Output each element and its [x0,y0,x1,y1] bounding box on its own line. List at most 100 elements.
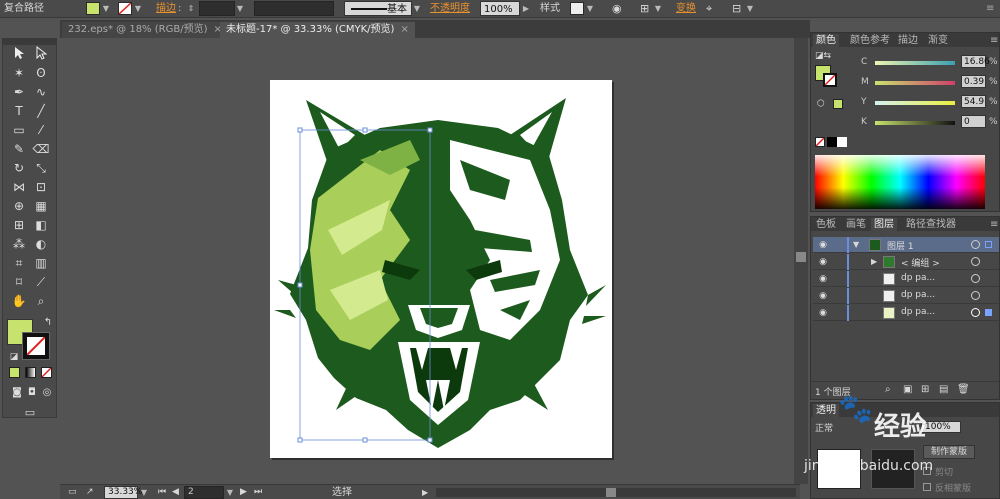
opacity-field[interactable]: 100% [480,1,520,16]
gamut-color-swatch[interactable] [833,99,843,109]
arrange-icon[interactable]: ⊟ [732,1,741,16]
layer-row[interactable]: ◉ ▶ < 编组 > [813,254,999,270]
collapse-triangle-icon[interactable]: ▼ [853,240,859,249]
opacity-dropdown-icon[interactable]: ▶ [522,1,530,16]
black-color-swatch[interactable] [827,137,837,147]
perspective-grid-tool-icon[interactable]: ▦ [32,198,50,214]
layer-row[interactable]: ◉ dp pa... [813,271,999,287]
align-icon[interactable]: ⊞ [640,1,649,16]
clip-checkbox[interactable] [923,467,931,475]
new-layer-icon[interactable]: ▤ [939,384,948,395]
tab-color-guide[interactable]: 颜色参考 [847,34,893,47]
visibility-eye-icon[interactable]: ◉ [817,257,829,267]
free-transform-tool-icon[interactable]: ⊡ [32,179,50,195]
style-dropdown-icon[interactable]: ▼ [586,1,594,16]
visibility-eye-icon[interactable]: ◉ [817,308,829,318]
target-circle-icon[interactable] [971,274,980,283]
stroke-style-dropdown-icon[interactable]: ▼ [413,1,421,16]
expand-triangle-icon[interactable]: ▶ [871,257,877,266]
path-name[interactable]: dp pa... [901,273,935,283]
layer-row[interactable]: ◉ dp pa... [813,305,999,321]
transform-link[interactable]: 变换 [676,1,696,16]
vertical-scrollbar[interactable] [794,38,808,484]
black-value[interactable]: 0 [961,115,986,128]
close-icon[interactable]: × [400,24,408,35]
tab-pathfinder[interactable]: 路径查找器 [903,218,959,231]
tab-stroke[interactable]: 描边 [895,34,921,47]
blend-mode-label[interactable]: 正常 [815,421,833,434]
mesh-tool-icon[interactable]: ⊞ [10,217,28,233]
layer-row[interactable]: ◉ ▼ 图层 1 [813,237,999,253]
type-tool-icon[interactable]: T [10,103,28,119]
tab-gradient[interactable]: 渐变 [925,34,951,47]
column-graph-tool-icon[interactable]: ▥ [32,255,50,271]
zoom-tool-icon[interactable]: ⌕ [32,293,50,309]
artboard[interactable] [270,80,612,458]
paintbrush-tool-icon[interactable]: ⁄ [32,122,50,138]
make-mask-button[interactable]: 制作蒙版 [923,445,975,459]
tab-brushes[interactable]: 画笔 [843,218,869,231]
scrollbar-thumb[interactable] [796,252,806,262]
cyan-value[interactable]: 16.86 [961,55,990,68]
tab-swatches[interactable]: 色板 [813,218,839,231]
page-field[interactable]: 2 [184,486,224,499]
curvature-tool-icon[interactable]: ∿ [32,84,50,100]
tab-untitled-17[interactable]: 未标题-17* @ 33.33% (CMYK/预览) × [220,22,415,38]
hand-tool-icon[interactable]: ✋ [10,293,28,309]
object-thumbnail[interactable] [817,449,861,489]
invert-mask-checkbox[interactable] [923,483,931,491]
none-color-swatch[interactable] [815,137,825,147]
visibility-eye-icon[interactable]: ◉ [817,274,829,284]
locate-object-icon[interactable]: ⌕ [885,384,891,395]
stroke-swatch[interactable] [118,2,132,15]
stroke-color-box[interactable] [22,332,50,360]
lasso-tool-icon[interactable]: ʘ [32,65,50,81]
panel-menu-icon[interactable]: ≡ [986,1,994,16]
arrange-dropdown-icon[interactable]: ▼ [746,1,754,16]
shape-builder-tool-icon[interactable]: ⊕ [10,198,28,214]
rotate-tool-icon[interactable]: ↻ [10,160,28,176]
selection-tool-icon[interactable] [10,46,28,62]
horizontal-scrollbar-thumb[interactable] [606,488,616,497]
variable-width-field[interactable] [254,1,334,16]
white-color-swatch[interactable] [837,137,847,147]
symbol-sprayer-tool-icon[interactable]: ⌗ [10,255,28,271]
rectangle-tool-icon[interactable]: ▭ [10,122,28,138]
pen-tool-icon[interactable]: ✒ [10,84,28,100]
color-spectrum[interactable] [815,155,985,209]
toolbar-grip[interactable] [3,39,56,45]
isolate-icon[interactable]: ⌖ [706,1,712,16]
slice-tool-icon[interactable]: ⟋ [32,274,50,290]
eraser-tool-icon[interactable]: ⌫ [32,141,50,157]
target-circle-icon[interactable] [971,308,980,317]
tab-232-eps[interactable]: 232.eps* @ 18% (RGB/预览) × [62,22,228,38]
panel-menu-icon[interactable]: ≡ [987,218,1000,231]
recolor-icon[interactable]: ◉ [612,1,622,16]
style-swatch[interactable] [570,2,584,15]
fill-swatch[interactable] [86,2,100,15]
pencil-tool-icon[interactable]: ✎ [10,141,28,157]
first-page-icon[interactable]: ⏮ [158,486,166,499]
tab-transparency[interactable]: 透明 [813,404,839,417]
gradient-tool-icon[interactable]: ◧ [32,217,50,233]
fill-dropdown-icon[interactable]: ▼ [102,1,110,16]
new-sublayer-icon[interactable]: ⊞ [921,384,929,395]
target-circle-icon[interactable] [971,291,980,300]
target-circle-icon[interactable] [971,257,980,266]
gradient-mode-icon[interactable] [25,367,36,378]
default-colors-icon[interactable]: ◪ [5,349,23,365]
stroke-weight-stepper[interactable]: ⇕ [186,1,196,16]
stroke-weight-field[interactable] [199,1,235,16]
selection-indicator[interactable] [985,309,992,316]
status-menu-icon[interactable]: ▭ [68,486,77,499]
panel-menu-icon[interactable]: ≡ [987,34,1000,47]
stroke-dropdown-icon[interactable]: ▼ [134,1,142,16]
group-name[interactable]: < 编组 > [901,256,940,269]
screen-mode-icon[interactable]: ▭ [21,405,39,421]
draw-inside-icon[interactable]: ◎ [38,385,56,401]
visibility-eye-icon[interactable]: ◉ [817,291,829,301]
stroke-label[interactable]: 描边 [156,1,176,16]
default-fill-stroke-icon[interactable]: ◪⇆ [815,51,831,61]
mask-thumbnail[interactable] [871,449,915,489]
delete-layer-icon[interactable]: 🗑 [957,384,970,395]
